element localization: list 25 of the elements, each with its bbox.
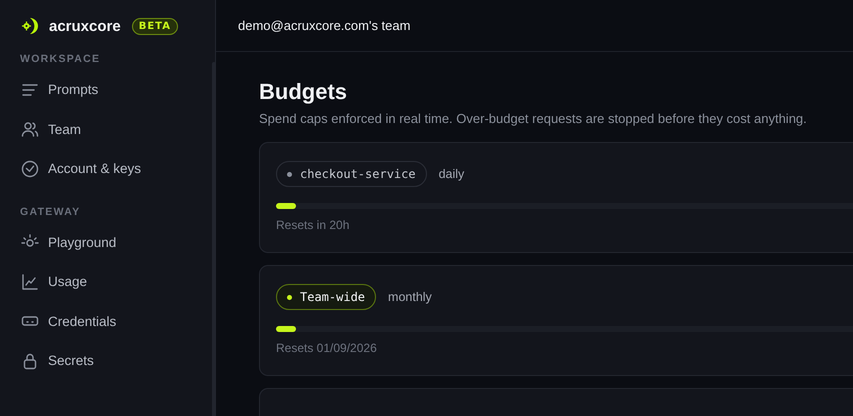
- nav-item[interactable]: Playground: [20, 222, 195, 262]
- reset-text: Resets in 20h: [276, 218, 350, 232]
- period-label: daily: [438, 167, 464, 181]
- page-subtitle: Spend caps enforced in real time. Over-budget requests are stopped before they cost anything.: [259, 111, 808, 126]
- scope-chip[interactable]: Team-wide: [276, 284, 376, 310]
- nav-item[interactable]: Account & keys: [20, 149, 195, 188]
- beta-badge: BETA: [132, 18, 178, 34]
- section-heading: WORKSPACE: [20, 52, 102, 67]
- status-dot-icon: [287, 294, 292, 300]
- scope-chip[interactable]: checkout-service: [276, 161, 427, 187]
- page-title: Budgets: [259, 78, 348, 106]
- line-chart-icon: [20, 272, 40, 292]
- status-dot-icon: [287, 172, 292, 176]
- nav-item[interactable]: Credentials: [20, 302, 195, 341]
- nav-item[interactable]: Team: [20, 110, 195, 149]
- logo-icon: [20, 16, 40, 36]
- team-name[interactable]: demo@acruxcore.com's team: [238, 18, 410, 33]
- reset-text: Resets 01/09/2026: [276, 341, 378, 355]
- check-circle-icon: [20, 158, 40, 179]
- nav-item[interactable]: Secrets: [20, 341, 195, 380]
- nav-item[interactable]: Usage: [20, 262, 195, 302]
- period-label: monthly: [388, 290, 432, 304]
- nav-item[interactable]: Prompts: [20, 70, 195, 110]
- section-heading: GATEWAY: [20, 204, 82, 220]
- brand-name: acruxcore: [49, 18, 121, 34]
